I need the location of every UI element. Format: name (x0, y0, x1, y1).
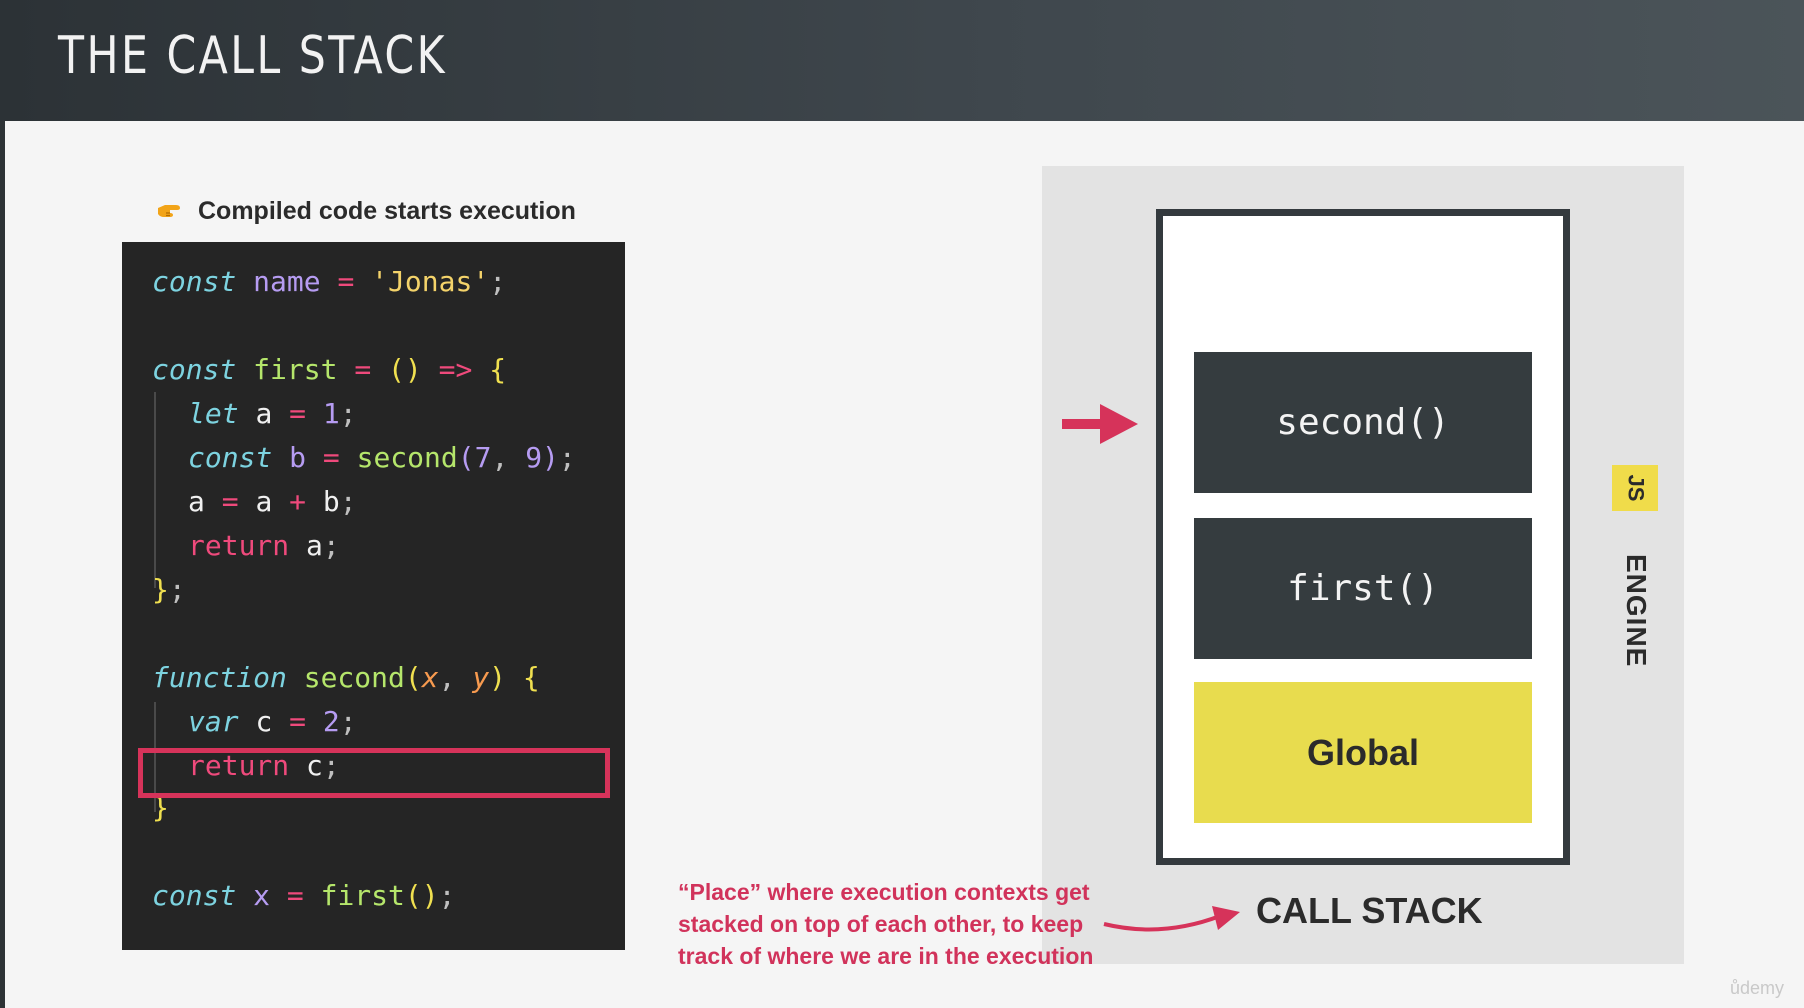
code-line-8: function second(x, y) { (152, 656, 540, 700)
code-line-9: var c = 2; (188, 700, 357, 744)
function-name: second (356, 441, 458, 474)
punctuation: , (491, 441, 509, 474)
note-line: stacked on top of each other, to keep (678, 911, 1084, 937)
note-line: track of where we are in the execution (678, 943, 1094, 969)
punctuation: ; (339, 705, 357, 738)
operator: = (354, 353, 372, 386)
punctuation: ; (168, 573, 186, 606)
slide-title: THE CALL STACK (58, 26, 448, 86)
bullet-point: Compiled code starts execution (156, 197, 576, 226)
arrow-operator: => (438, 353, 473, 386)
engine-label: ENGINE (1621, 554, 1652, 668)
code-line-6: return a; (188, 524, 340, 568)
keyword: var (188, 705, 239, 738)
current-line-highlight (138, 748, 610, 798)
identifier: b (289, 441, 307, 474)
operator: + (289, 485, 307, 518)
parameter: x (421, 661, 439, 694)
number-literal: 1 (322, 397, 340, 430)
number-literal: 7 (474, 441, 492, 474)
context-label: second() (1276, 402, 1450, 443)
code-line-12: const x = first(); (152, 874, 455, 918)
identifier: first (253, 353, 338, 386)
paren: ) (489, 661, 507, 694)
punctuation: , (438, 661, 456, 694)
context-second: second() (1194, 352, 1532, 493)
identifier: name (253, 265, 321, 298)
js-badge: JS (1612, 465, 1658, 511)
function-name: first (320, 879, 405, 912)
punctuation: ; (489, 265, 507, 298)
note-line: “Place” where execution contexts get (678, 879, 1090, 905)
pointer-arrow-icon (1062, 404, 1138, 444)
paren: ) (542, 441, 559, 474)
code-line-7: }; (152, 568, 186, 612)
call-stack-label: CALL STACK (1256, 890, 1483, 931)
code-line-1: const name = 'Jonas'; (152, 260, 506, 304)
keyword: const (152, 265, 237, 298)
operator: = (286, 879, 304, 912)
slide-header: THE CALL STACK (0, 0, 1804, 121)
function-name: second (303, 661, 405, 694)
punctuation: ; (322, 529, 340, 562)
bullet-text: Compiled code starts execution (198, 197, 576, 225)
code-line-4: const b = second(7, 9); (188, 436, 576, 480)
left-edge-strip (0, 0, 5, 1008)
punctuation: ; (339, 397, 357, 430)
identifier: a (306, 529, 323, 562)
punctuation: ; (438, 879, 456, 912)
identifier: x (253, 879, 271, 912)
identifier: a (255, 397, 273, 430)
js-badge-text: JS (1622, 474, 1648, 502)
context-global: Global (1194, 682, 1532, 823)
code-line-2: const first = () => { (152, 348, 506, 392)
context-label: Global (1306, 731, 1419, 773)
keyword: return (188, 529, 290, 562)
number-literal: 2 (322, 705, 340, 738)
operator: = (337, 265, 355, 298)
operator: = (221, 485, 239, 518)
operator: = (289, 397, 307, 430)
parens: () (404, 879, 439, 912)
code-panel: const name = 'Jonas'; const first = () =… (122, 242, 625, 950)
identifier: a (255, 485, 273, 518)
keyword: const (152, 353, 237, 386)
brace: { (522, 661, 540, 694)
identifier: b (322, 485, 340, 518)
code-line-3: let a = 1; (188, 392, 357, 436)
parens: () (388, 353, 422, 386)
udemy-watermark: ůdemy (1730, 978, 1785, 998)
keyword: const (188, 441, 273, 474)
pointing-hand-icon (158, 204, 180, 217)
operator: = (289, 705, 307, 738)
context-label: first() (1287, 568, 1439, 609)
brace: { (489, 353, 507, 386)
parameter: y (472, 661, 490, 694)
brace: } (152, 573, 169, 606)
keyword: let (188, 397, 239, 430)
operator: = (322, 441, 340, 474)
identifier: a (188, 485, 205, 518)
punctuation: ; (558, 441, 576, 474)
number-literal: 9 (525, 441, 543, 474)
punctuation: ; (339, 485, 357, 518)
note-arrow-icon (1103, 906, 1240, 932)
string-literal: 'Jonas' (371, 265, 490, 298)
paren: ( (457, 441, 475, 474)
keyword: const (152, 879, 237, 912)
code-line-5: a = a + b; (188, 480, 357, 524)
keyword: function (152, 661, 287, 694)
indent-guide (154, 392, 156, 588)
call-stack-note: “Place” where execution contexts get sta… (678, 876, 1098, 972)
identifier: c (255, 705, 273, 738)
context-first: first() (1194, 518, 1532, 659)
paren: ( (404, 661, 422, 694)
